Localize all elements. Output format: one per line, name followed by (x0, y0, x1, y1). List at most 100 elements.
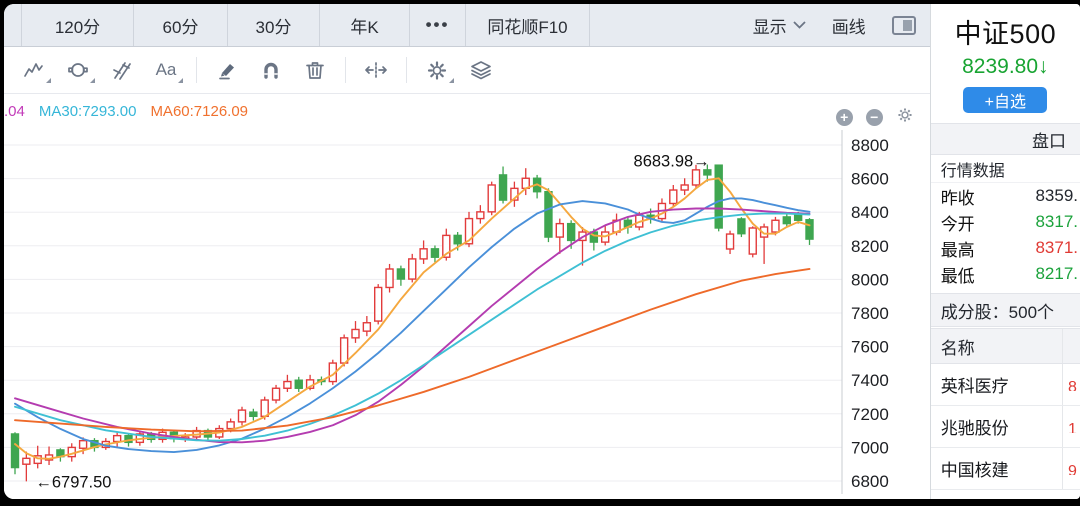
horizontal-expand-tool-button[interactable] (354, 53, 398, 87)
brush-icon (216, 60, 238, 80)
stock-row[interactable]: 英科医疗 8 (931, 364, 1080, 406)
display-label: 显示 (753, 13, 787, 38)
dropdown-corner-icon (46, 78, 51, 83)
tab-partial[interactable] (4, 4, 22, 46)
column-divider (1062, 448, 1063, 489)
name-column-header: 名称 (941, 334, 975, 359)
svg-text:←6797.50: ←6797.50 (35, 473, 111, 491)
pitchfork-tool-button[interactable] (100, 53, 144, 87)
svg-text:7000: 7000 (851, 438, 889, 457)
dropdown-corner-icon (178, 78, 183, 83)
ma20-label: .04 (4, 103, 25, 120)
chart-area[interactable]: .04 MA30:7293.00 MA60:7126.09 + − (4, 94, 930, 499)
tab-30min[interactable]: 30分 (228, 4, 320, 46)
layers-icon (469, 59, 493, 81)
constituents-row: 成分股：500个 (931, 293, 1080, 327)
drawline-button[interactable]: 画线 (832, 13, 866, 38)
ma30-label: MA30:7293.00 (39, 103, 137, 120)
stock-list-header: 名称 (931, 328, 1080, 364)
layers-tool-button[interactable] (459, 53, 503, 87)
quote-row-prev-close: 昨收 8359. (931, 183, 1080, 209)
tab-120min[interactable]: 120分 (22, 4, 134, 46)
clipped-price-text: 9 (1068, 463, 1077, 475)
chart-settings-button[interactable] (896, 106, 914, 129)
column-divider (1062, 406, 1063, 447)
topbar-right-group: 显示 画线 (753, 4, 930, 46)
zoom-out-button[interactable]: − (866, 109, 883, 126)
display-dropdown[interactable]: 显示 (753, 13, 806, 38)
stock-name: 兆驰股份 (941, 414, 1009, 439)
drawing-toolbar: Aa (4, 47, 930, 94)
stock-row[interactable]: 兆驰股份 1 (931, 406, 1080, 448)
svg-text:8400: 8400 (851, 203, 889, 222)
quote-row-low: 最低 8217. (931, 261, 1080, 287)
period-tab-bar: 120分 60分 30分 年K ••• 同花顺F10 显示 画线 (4, 4, 930, 47)
add-watchlist-button[interactable]: +自选 (963, 87, 1047, 113)
candlestick-chart[interactable]: 8800 8600 8400 8200 8000 7800 7600 7400 7200 7000… (4, 94, 934, 499)
stock-name: 英科医疗 (941, 372, 1009, 397)
quote-value: 8217. (1035, 264, 1078, 284)
delete-tool-button[interactable] (293, 53, 337, 87)
svg-text:8800: 8800 (851, 136, 889, 155)
svg-text:8000: 8000 (851, 270, 889, 289)
ellipse-icon (67, 60, 89, 80)
stock-name: 中国核建 (941, 456, 1009, 481)
more-periods-button[interactable]: ••• (410, 4, 466, 46)
stock-row[interactable]: 中国核建 9 (931, 448, 1080, 490)
ellipse-tool-button[interactable] (56, 53, 100, 87)
side-panel-toggle-icon[interactable] (892, 16, 916, 35)
trash-icon (304, 60, 326, 80)
quote-label: 最低 (941, 262, 975, 287)
trend-line-icon (23, 60, 45, 80)
gear-icon (896, 106, 914, 124)
dropdown-corner-icon (90, 78, 95, 83)
column-divider (1062, 364, 1063, 405)
clipped-price-text: 8 (1068, 379, 1077, 391)
tab-year-k[interactable]: 年K (320, 4, 410, 46)
quote-label: 最高 (941, 236, 975, 261)
svg-text:7800: 7800 (851, 304, 889, 323)
magnet-icon (260, 60, 282, 80)
quote-side-panel: 中证500 8239.80↓ +自选 盘口 行情数据 昨收 8359. 今开 8… (930, 4, 1080, 499)
ma60-label: MA60:7126.09 (150, 103, 248, 120)
tab-60min[interactable]: 60分 (134, 4, 228, 46)
last-price: 8239.80↓ (931, 55, 1080, 79)
side-panel-toggle-fill (903, 20, 912, 31)
zoom-in-button[interactable]: + (836, 109, 853, 126)
quote-label: 今开 (941, 210, 975, 235)
horizontal-expand-icon (364, 60, 388, 80)
app-window: 120分 60分 30分 年K ••• 同花顺F10 显示 画线 (4, 4, 1080, 499)
market-data-section-label: 行情数据 (931, 155, 1080, 183)
svg-text:6800: 6800 (851, 472, 889, 491)
toolbar-divider (196, 57, 197, 83)
brush-tool-button[interactable] (205, 53, 249, 87)
toolbar-divider (406, 57, 407, 83)
svg-text:8200: 8200 (851, 237, 889, 256)
chart-zoom-controls: + − (836, 106, 914, 129)
drawline-label: 画线 (832, 13, 866, 38)
quote-row-open: 今开 8317. (931, 209, 1080, 235)
svg-text:7200: 7200 (851, 405, 889, 424)
column-divider (1062, 329, 1063, 363)
tab-ths-f10[interactable]: 同花顺F10 (466, 4, 590, 46)
quote-value: 8371. (1035, 238, 1078, 258)
pitchfork-icon (111, 60, 133, 80)
quote-row-high: 最高 8371. (931, 235, 1080, 261)
trend-line-tool-button[interactable] (12, 53, 56, 87)
svg-text:7600: 7600 (851, 338, 889, 357)
svg-text:8683.98→: 8683.98→ (634, 152, 710, 170)
tab-pankou[interactable]: 盘口 (931, 123, 1080, 155)
quote-value: 8317. (1035, 212, 1078, 232)
text-tool-label: Aa (156, 60, 177, 80)
clipped-price-text: 1 (1068, 421, 1077, 433)
text-tool-button[interactable]: Aa (144, 53, 188, 87)
quote-value: 8359. (1035, 186, 1078, 206)
ma-indicator-labels: .04 MA30:7293.00 MA60:7126.09 (4, 103, 248, 120)
settings-tool-button[interactable] (415, 53, 459, 87)
dropdown-corner-icon (449, 78, 454, 83)
svg-text:8600: 8600 (851, 170, 889, 189)
toolbar-divider (345, 57, 346, 83)
topbar-spacer (590, 4, 753, 46)
svg-text:7400: 7400 (851, 371, 889, 390)
magnet-tool-button[interactable] (249, 53, 293, 87)
